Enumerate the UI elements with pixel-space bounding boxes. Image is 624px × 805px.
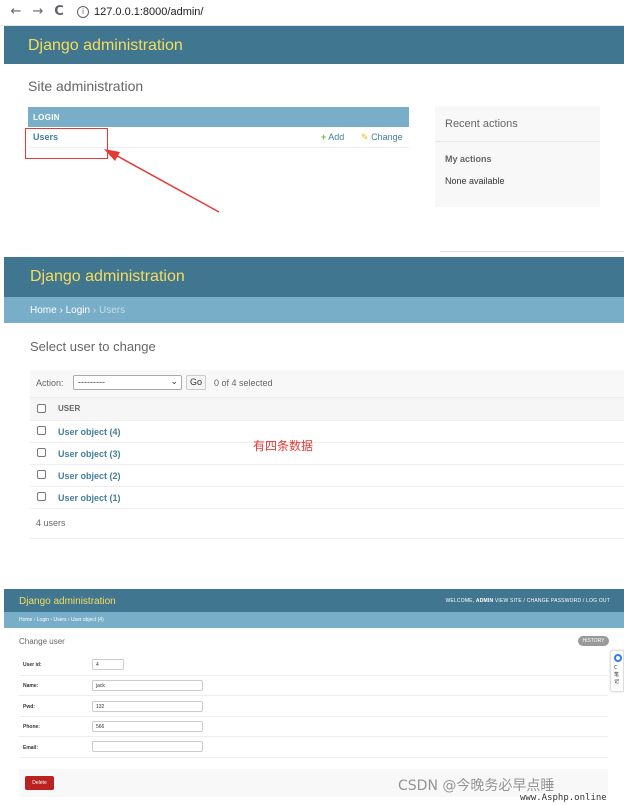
chevron-down-icon: ⌄	[170, 376, 178, 386]
delete-button[interactable]: Delete	[25, 776, 54, 790]
site-title[interactable]: Django administration	[19, 596, 116, 607]
selection-counter: 0 of 4 selected	[214, 378, 273, 388]
history-button[interactable]: HISTORY	[578, 636, 609, 646]
action-label: Action:	[36, 378, 64, 388]
row-checkbox[interactable]	[37, 426, 46, 435]
column-header-user[interactable]: USER	[58, 404, 80, 413]
row-checkbox[interactable]	[37, 448, 46, 457]
user-object-link[interactable]: User object (1)	[58, 493, 121, 503]
breadcrumb-current: Users	[98, 305, 126, 316]
user-id-field[interactable]: 4	[92, 659, 124, 670]
breadcrumb: Home › Login › Users	[30, 305, 125, 316]
watermark: CSDN @今晚务必早点睡	[398, 778, 555, 794]
my-actions-heading: My actions	[445, 154, 492, 164]
note-icon	[614, 654, 622, 662]
page-title: Select user to change	[30, 339, 156, 354]
name-field[interactable]: jack	[92, 680, 203, 691]
row-checkbox[interactable]	[37, 492, 46, 501]
recent-actions-title: Recent actions	[445, 118, 518, 130]
page-title: Change user	[19, 637, 65, 646]
select-all-checkbox[interactable]	[37, 404, 46, 413]
table-header	[30, 397, 624, 421]
breadcrumb-separator: ›	[92, 305, 97, 316]
divider	[440, 251, 624, 252]
row-checkbox[interactable]	[37, 470, 46, 479]
welcome-text: WELCOME,	[445, 598, 475, 604]
field-label: Pwd:	[23, 704, 35, 710]
field-label: Email:	[23, 745, 39, 751]
phone-field[interactable]: 566	[92, 721, 203, 732]
result-count: 4 users	[36, 518, 66, 528]
action-select-value: ---------	[78, 377, 105, 387]
user-object-link[interactable]: User object (4)	[58, 427, 121, 437]
annotation-text: 有四条数据	[253, 439, 314, 453]
user-object-link[interactable]: User object (3)	[58, 449, 121, 459]
go-button[interactable]: Go	[186, 375, 206, 390]
breadcrumb-app[interactable]: Login	[66, 305, 90, 316]
watermark-url: www.Asphp.online	[520, 793, 607, 803]
divider	[435, 141, 600, 142]
username: ADMIN	[475, 598, 494, 604]
field-label: Name:	[23, 683, 39, 689]
no-actions-text: None available	[445, 176, 505, 186]
breadcrumb[interactable]: Home › Login › Users › User object (4)	[19, 617, 104, 623]
divider	[30, 538, 624, 539]
field-label: User id:	[23, 662, 42, 668]
pwd-field[interactable]: 132	[92, 701, 203, 712]
action-select[interactable]: --------- ⌄	[73, 375, 182, 390]
user-tool-links[interactable]: VIEW SITE / CHANGE PASSWORD / LOG OUT	[495, 598, 610, 604]
user-tools: WELCOME, ADMIN VIEW SITE / CHANGE PASSWO…	[400, 598, 610, 604]
field-label: Phone:	[23, 724, 40, 730]
email-field[interactable]	[92, 741, 203, 752]
site-title[interactable]: Django administration	[30, 268, 185, 286]
breadcrumb-separator: ›	[59, 305, 63, 316]
side-widget-label: C 笔 记	[614, 665, 620, 685]
breadcrumb-home[interactable]: Home	[30, 305, 57, 316]
user-object-link[interactable]: User object (2)	[58, 471, 121, 481]
